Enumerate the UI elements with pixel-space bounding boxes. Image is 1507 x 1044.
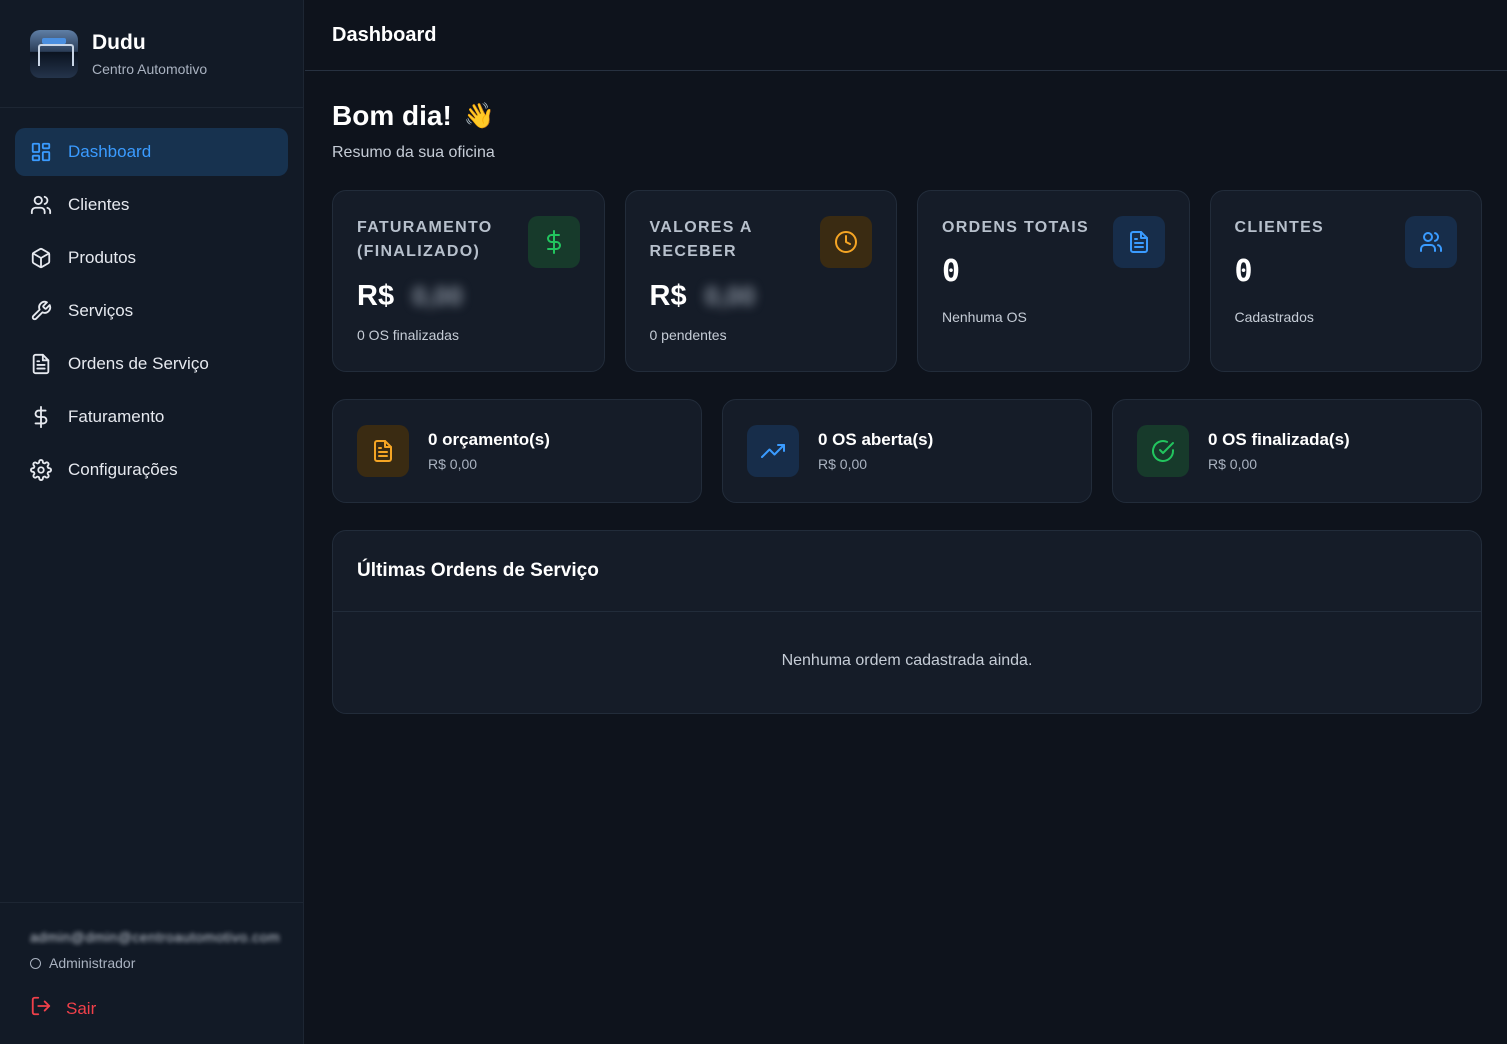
file-text-icon <box>1112 216 1165 268</box>
stat-amount: R$ 0,00 <box>818 456 868 472</box>
stat-amount: R$ 0,00 <box>428 456 478 472</box>
user-role-label: Administrador <box>49 955 136 971</box>
card-amount: 0,00 <box>704 281 756 311</box>
card-title: CLIENTES <box>1234 219 1325 236</box>
card-footer: 0 OS finalizadas <box>357 327 459 343</box>
stat-title: 0 OS finalizada(s) <box>1208 430 1350 449</box>
clock-icon <box>820 216 872 268</box>
status-summary: 0 orçamento(s) R$ 0,00 0 OS aberta(s) R$… <box>332 399 1482 503</box>
logout-button[interactable]: Sair <box>30 995 303 1022</box>
stat-os-finalizadas[interactable]: 0 OS finalizada(s) R$ 0,00 <box>1112 399 1482 503</box>
summary-cards: FATURAMENTO (FINALIZADO) R$ 0,00 0 OS fi… <box>332 190 1482 372</box>
file-text-icon <box>29 352 53 376</box>
recent-orders-title: Últimas Ordens de Serviço <box>333 531 1481 612</box>
card-value: R$ 0,00 <box>357 280 604 313</box>
sidebar-item-label: Faturamento <box>68 407 165 426</box>
stat-title: 0 OS aberta(s) <box>818 430 934 449</box>
stat-orcamentos[interactable]: 0 orçamento(s) R$ 0,00 <box>332 399 702 503</box>
page-title: Dashboard <box>332 23 437 46</box>
sidebar-nav: Dashboard Clientes Produtos Serviços Ord… <box>0 108 303 494</box>
grid-icon <box>29 140 53 164</box>
card-title: FATURAMENTO (FINALIZADO) <box>357 219 493 260</box>
user-email: admin@dmin@centroautomotivo.com <box>30 929 281 945</box>
stat-amount: R$ 0,00 <box>1208 456 1258 472</box>
file-text-icon <box>357 425 409 477</box>
topbar: Dashboard <box>305 0 1507 71</box>
sidebar-item-faturamento[interactable]: Faturamento <box>15 393 288 441</box>
brand-subtitle: Centro Automotivo <box>92 60 208 77</box>
greeting-subtitle: Resumo da sua oficina <box>332 144 495 161</box>
user-panel: admin@dmin@centroautomotivo.com Administ… <box>0 902 303 1044</box>
card-footer: Nenhuma OS <box>942 309 1027 325</box>
stat-title: 0 orçamento(s) <box>428 430 550 449</box>
sidebar-item-ordens[interactable]: Ordens de Serviço <box>15 340 288 388</box>
card-currency: R$ <box>357 280 395 312</box>
sidebar: Dudu Centro Automotivo Dashboard Cliente… <box>0 0 304 1044</box>
card-footer: 0 pendentes <box>649 327 727 343</box>
gear-icon <box>29 458 53 482</box>
user-role: Administrador <box>30 955 303 971</box>
sidebar-item-configuracoes[interactable]: Configurações <box>15 446 288 494</box>
card-currency: R$ <box>649 280 687 312</box>
users-icon <box>1405 216 1457 268</box>
sidebar-item-dashboard[interactable]: Dashboard <box>15 128 288 176</box>
sidebar-item-label: Clientes <box>68 195 130 214</box>
sidebar-item-label: Configurações <box>68 460 178 479</box>
card-title: VALORES A RECEBER <box>649 219 753 260</box>
users-icon <box>29 193 53 217</box>
card-valores-a-receber: VALORES A RECEBER R$ 0,00 0 pendentes <box>624 190 897 372</box>
box-icon <box>29 246 53 270</box>
waving-hand-icon: 👋 <box>463 101 495 130</box>
card-ordens-totais: ORDENS TOTAIS 0 Nenhuma OS <box>917 190 1190 372</box>
sidebar-item-label: Serviços <box>68 301 134 320</box>
trending-up-icon <box>747 425 799 477</box>
sidebar-item-produtos[interactable]: Produtos <box>15 234 288 282</box>
sidebar-item-label: Dashboard <box>68 142 152 161</box>
wrench-icon <box>29 299 53 323</box>
card-value: R$ 0,00 <box>650 280 897 313</box>
sidebar-item-label: Ordens de Serviço <box>68 354 209 373</box>
greeting: Bom dia! 👋 <box>332 100 1482 132</box>
brand-logo <box>30 29 78 78</box>
logout-icon <box>30 995 52 1022</box>
main-content: Bom dia! 👋 Resumo da sua oficina FATURAM… <box>332 100 1482 714</box>
sidebar-item-label: Produtos <box>68 248 137 267</box>
stat-os-abertas[interactable]: 0 OS aberta(s) R$ 0,00 <box>722 399 1092 503</box>
sidebar-item-servicos[interactable]: Serviços <box>15 287 288 335</box>
card-title: ORDENS TOTAIS <box>942 219 1089 236</box>
empty-state-message: Nenhuma ordem cadastrada ainda. <box>781 652 1033 669</box>
brand-name: Dudu <box>92 30 146 54</box>
logout-label: Sair <box>66 998 97 1018</box>
recent-orders-panel: Últimas Ordens de Serviço Nenhuma ordem … <box>332 530 1482 714</box>
role-circle-icon <box>30 957 41 969</box>
card-faturamento: FATURAMENTO (FINALIZADO) R$ 0,00 0 OS fi… <box>332 190 605 372</box>
sidebar-item-clientes[interactable]: Clientes <box>15 181 288 229</box>
check-circle-icon <box>1137 425 1189 477</box>
greeting-title: Bom dia! <box>332 100 452 131</box>
card-clientes: CLIENTES 0 Cadastrados <box>1209 190 1482 372</box>
dollar-icon <box>29 405 53 429</box>
dollar-icon <box>527 216 580 268</box>
brand[interactable]: Dudu Centro Automotivo <box>0 0 303 108</box>
card-footer: Cadastrados <box>1234 309 1314 325</box>
card-amount: 0,00 <box>412 281 463 311</box>
